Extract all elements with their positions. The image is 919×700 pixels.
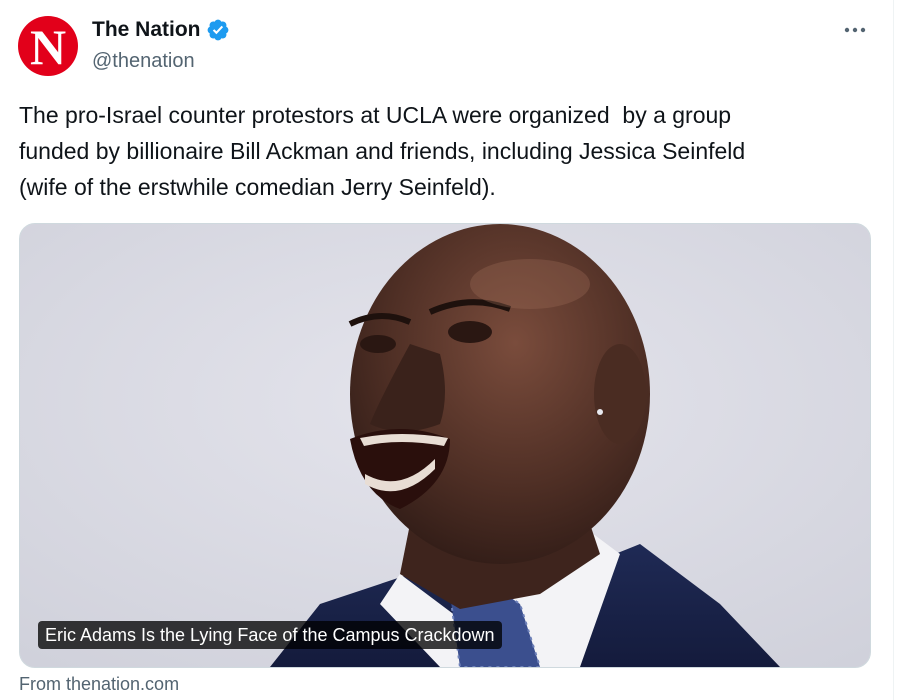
more-options-icon [844,27,866,33]
right-divider [893,0,894,700]
link-card-source[interactable]: From thenation.com [19,674,179,695]
verified-badge-icon [207,19,229,41]
author-handle[interactable]: @thenation [92,50,195,73]
link-card-title: Eric Adams Is the Lying Face of the Camp… [38,621,502,649]
avatar-logo-letter: N [29,19,67,75]
author-name-row[interactable]: The Nation [92,18,229,42]
avatar[interactable]: N [18,16,78,76]
article-photo [20,224,870,667]
author-display-name[interactable]: The Nation [92,18,201,42]
more-options-button[interactable] [838,18,872,42]
link-card[interactable]: Eric Adams Is the Lying Face of the Camp… [19,223,871,668]
tweet-text: The pro-Israel counter protestors at UCL… [19,102,746,200]
